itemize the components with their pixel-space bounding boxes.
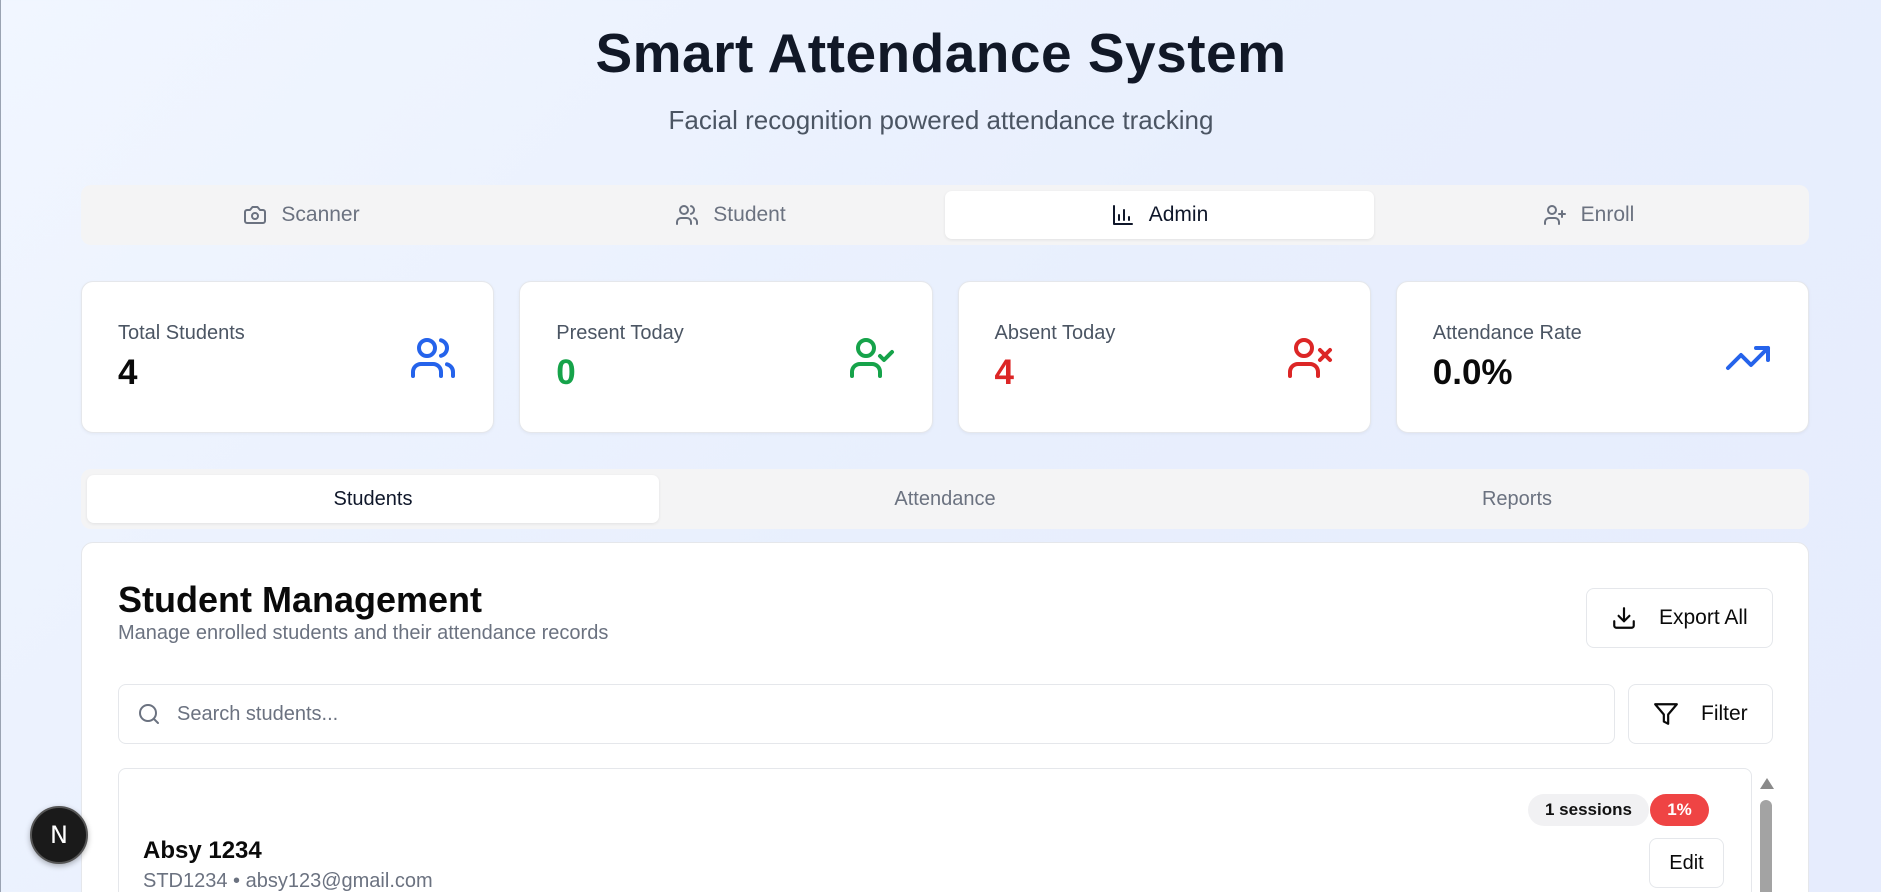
- page-header: Smart Attendance System Facial recogniti…: [1, 0, 1881, 136]
- export-all-button[interactable]: Export All: [1586, 588, 1773, 648]
- student-name: Absy 1234: [143, 837, 262, 864]
- page-subtitle: Facial recognition powered attendance tr…: [668, 105, 1214, 135]
- user-plus-icon: [1543, 205, 1566, 225]
- camera-icon: [244, 206, 267, 224]
- edit-button[interactable]: Edit: [1649, 838, 1724, 888]
- tab-students[interactable]: Students: [87, 475, 659, 523]
- download-icon: [1613, 607, 1635, 629]
- filter-label: Filter: [1701, 702, 1748, 725]
- stat-value: 0.0%: [1432, 353, 1513, 392]
- stat-value: 4: [994, 353, 1014, 392]
- page-title: Smart Attendance System: [595, 22, 1287, 84]
- search-input[interactable]: [177, 702, 1577, 726]
- panel-title: Student Management: [118, 579, 483, 620]
- users-icon: [676, 205, 699, 225]
- tab-admin-label: Admin: [1148, 203, 1209, 226]
- stat-card-present-today: Present Today 0: [519, 281, 933, 433]
- stat-label: Absent Today: [994, 322, 1116, 344]
- dev-tools-letter: N: [50, 821, 68, 849]
- sessions-badge: 1 sessions: [1528, 794, 1649, 826]
- search-icon: [139, 704, 159, 724]
- sub-tabs: Students Attendance Reports: [81, 469, 1809, 529]
- stat-label: Attendance Rate: [1432, 322, 1582, 344]
- user-check-icon: [849, 338, 894, 378]
- tab-reports[interactable]: Reports: [1231, 475, 1803, 523]
- stat-card-total-students: Total Students 4: [81, 281, 495, 433]
- student-meta: STD1234 • absy123@gmail.com: [143, 870, 433, 892]
- attendance-rate-badge: 1%: [1650, 794, 1709, 826]
- filter-icon: [1654, 703, 1678, 725]
- scroll-up-arrow[interactable]: [1760, 778, 1774, 789]
- stat-value: 4: [118, 353, 138, 392]
- tab-enroll-label: Enroll: [1580, 203, 1635, 226]
- tab-scanner-label: Scanner: [281, 203, 360, 226]
- stats-row: Total Students 4 Present Today 0 Absent …: [81, 281, 1809, 433]
- tab-student[interactable]: Student: [516, 191, 945, 239]
- main-tabs: Scanner Student Admin Enroll: [81, 185, 1809, 245]
- export-all-label: Export All: [1659, 606, 1748, 629]
- list-item: 1 sessions 1% Absy 1234 STD1234 • absy12…: [118, 768, 1752, 892]
- scroll-thumb[interactable]: [1760, 800, 1772, 892]
- stat-card-absent-today: Absent Today 4: [957, 281, 1371, 433]
- stat-value: 0: [556, 353, 576, 392]
- dev-tools-badge[interactable]: N: [30, 806, 88, 864]
- tab-scanner[interactable]: Scanner: [87, 191, 516, 239]
- trending-up-icon: [1726, 346, 1770, 370]
- tab-student-label: Student: [713, 203, 786, 226]
- stat-card-attendance-rate: Attendance Rate 0.0%: [1395, 281, 1809, 433]
- stat-label: Total Students: [118, 322, 245, 344]
- tab-attendance[interactable]: Attendance: [659, 475, 1231, 523]
- stat-label: Present Today: [556, 322, 684, 344]
- student-management-panel: Student Management Manage enrolled stude…: [81, 542, 1809, 892]
- tab-enroll[interactable]: Enroll: [1374, 191, 1803, 239]
- panel-description: Manage enrolled students and their atten…: [118, 622, 609, 644]
- bar-chart-icon: [1112, 205, 1133, 225]
- scrollbar[interactable]: [1755, 768, 1777, 892]
- search-box: [118, 684, 1615, 744]
- user-x-icon: [1287, 338, 1332, 378]
- tab-admin[interactable]: Admin: [945, 191, 1374, 239]
- users-icon: [411, 338, 456, 378]
- filter-button[interactable]: Filter: [1628, 684, 1773, 744]
